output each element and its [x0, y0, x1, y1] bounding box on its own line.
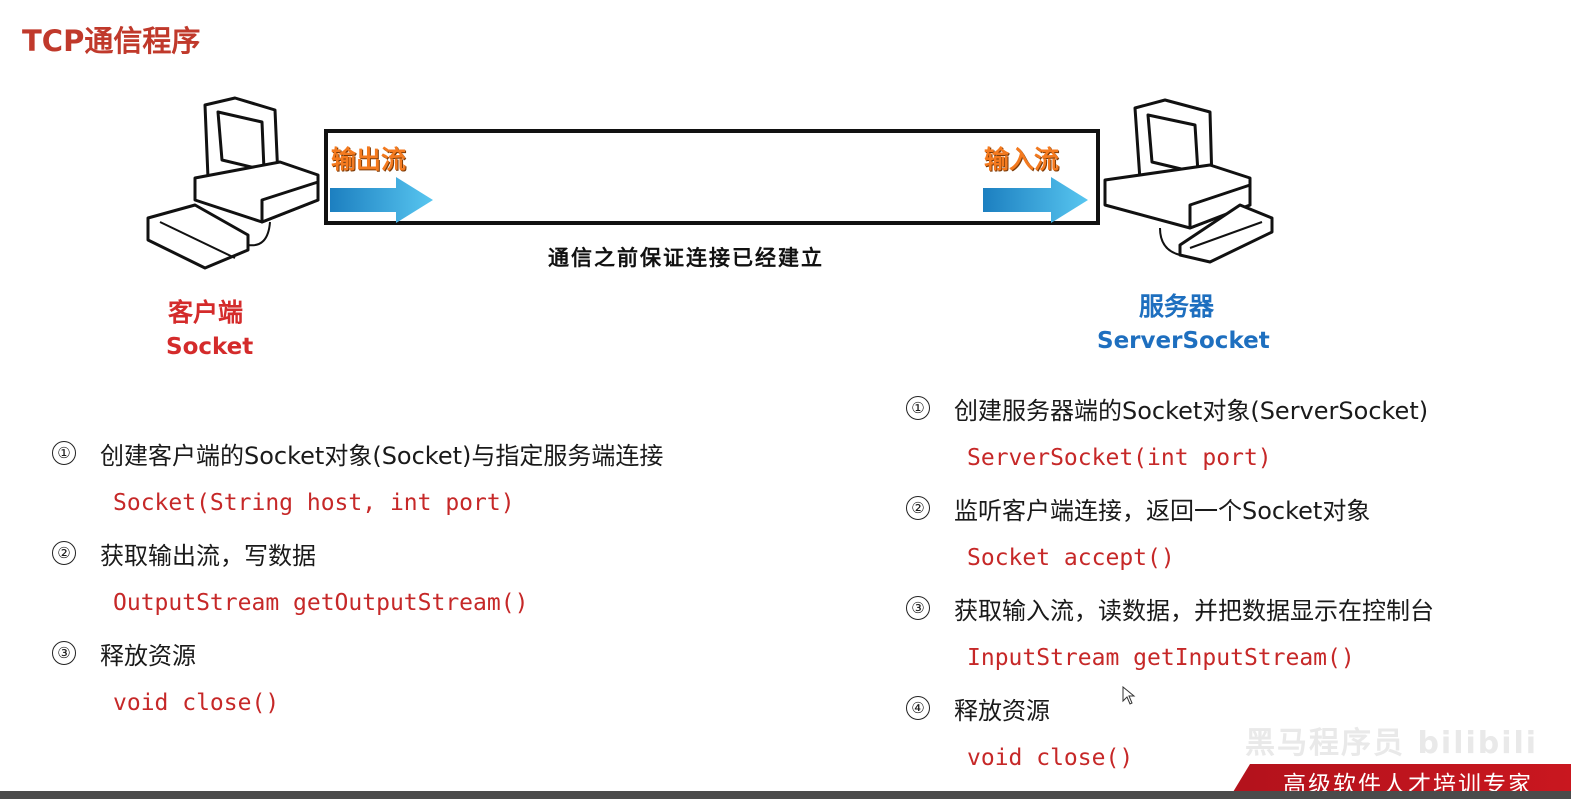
step-text: 获取输入流，读数据，并把数据显示在控制台: [954, 596, 1434, 625]
server-step: ① 创建服务器端的Socket对象(ServerSocket) ServerSoc…: [906, 383, 1556, 483]
client-step-list: ① 创建客户端的Socket对象(Socket)与指定服务端连接 Socket(S…: [52, 428, 832, 728]
step-text: 获取输出流，写数据: [100, 541, 316, 570]
mouse-cursor-icon: [1122, 686, 1136, 705]
client-computer-icon: [146, 96, 320, 270]
step-text: 创建服务器端的Socket对象(ServerSocket): [954, 396, 1429, 425]
step-number: ③: [906, 596, 930, 620]
step-number: ④: [906, 696, 930, 720]
server-computer-icon: [1103, 98, 1274, 264]
step-number: ②: [906, 496, 930, 520]
client-step: ① 创建客户端的Socket对象(Socket)与指定服务端连接 Socket(S…: [52, 428, 832, 528]
output-stream-label: 输出流: [331, 145, 407, 174]
step-code: Socket accept(): [967, 545, 1175, 571]
step-number: ②: [52, 541, 76, 565]
step-text: 创建客户端的Socket对象(Socket)与指定服务端连接: [100, 441, 664, 470]
step-code: void close(): [113, 690, 280, 716]
client-step: ③ 释放资源 void close(): [52, 628, 832, 728]
step-text: 监听客户端连接，返回一个Socket对象: [954, 496, 1371, 525]
input-stream-label: 输入流: [984, 145, 1060, 174]
step-code: InputStream getInputStream(): [967, 645, 1355, 671]
server-subtitle: ServerSocket: [1097, 328, 1270, 354]
client-subtitle: Socket: [166, 334, 254, 360]
step-text: 释放资源: [100, 641, 196, 670]
server-step: ③ 获取输入流，读数据，并把数据显示在控制台 InputStream getInp…: [906, 583, 1556, 683]
step-code: OutputStream getOutputStream(): [113, 590, 529, 616]
step-code: Socket(String host, int port): [113, 490, 515, 516]
step-text: 释放资源: [954, 696, 1050, 725]
server-step: ② 监听客户端连接，返回一个Socket对象 Socket accept(): [906, 483, 1556, 583]
client-title: 客户端: [168, 298, 244, 327]
step-number: ③: [52, 641, 76, 665]
connection-caption: 通信之前保证连接已经建立: [548, 246, 824, 270]
connection-pipe: [324, 129, 1100, 225]
watermark: 黑马程序员 bilibili: [1245, 726, 1539, 761]
step-number: ①: [906, 396, 930, 420]
client-step: ② 获取输出流，写数据 OutputStream getOutputStream(…: [52, 528, 832, 628]
step-code: ServerSocket(int port): [967, 445, 1272, 471]
step-number: ①: [52, 441, 76, 465]
server-title: 服务器: [1139, 292, 1215, 321]
bottom-divider: [0, 791, 1571, 799]
